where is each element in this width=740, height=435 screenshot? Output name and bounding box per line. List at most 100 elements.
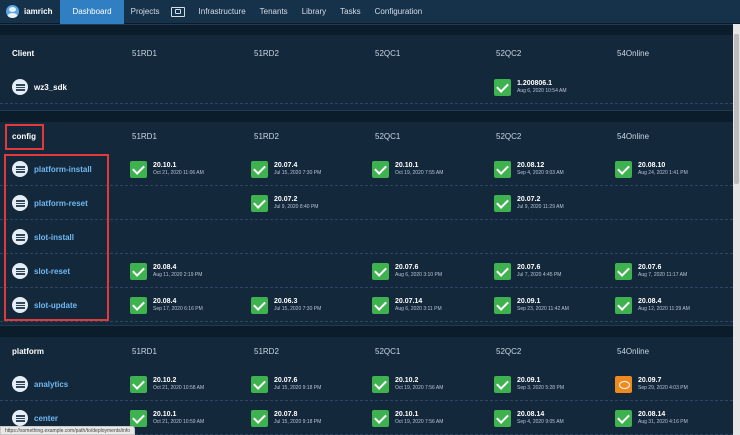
deploy-cell[interactable]: 20.10.1 Oct 19, 2020 7:56 AM xyxy=(372,408,443,428)
deploy-cell[interactable]: 20.10.1 Oct 21, 2020 10:59 AM xyxy=(130,408,204,428)
table-row: platform-install 20.10.1 Oct 21, 2020 11:… xyxy=(0,152,733,186)
check-icon xyxy=(372,296,389,314)
deploy-cell[interactable]: 20.08.4 Aug 11, 2020 2:19 PM xyxy=(130,261,202,281)
version-label: 20.10.2 xyxy=(153,377,177,384)
column-header: 51RD2 xyxy=(254,49,279,58)
check-icon xyxy=(251,409,268,427)
version-label: 20.07.6 xyxy=(638,264,662,271)
deploy-cell[interactable]: 20.07.8 Jul 15, 2020 9:18 PM xyxy=(251,408,321,428)
version-label: 20.07.6 xyxy=(517,264,541,271)
deploy-cell[interactable]: 20.10.2 Oct 19, 2020 7:56 AM xyxy=(372,374,443,394)
deploy-cell[interactable]: 20.10.1 Oct 21, 2020 11:06 AM xyxy=(130,159,204,179)
highlight-box-config-title xyxy=(5,124,44,150)
nav-library[interactable]: Library xyxy=(295,0,333,24)
check-icon xyxy=(494,78,511,96)
deploy-cell[interactable]: 20.08.14 Sep 4, 2020 9:05 AM xyxy=(494,408,564,428)
column-header: 52QC2 xyxy=(496,49,522,58)
check-icon xyxy=(494,375,511,393)
nav-configuration[interactable]: Configuration xyxy=(368,0,430,24)
column-header: 52QC2 xyxy=(496,132,522,141)
scrollbar[interactable] xyxy=(733,24,740,435)
deploy-date: Aug 6, 2020 3:10 PM xyxy=(395,272,442,278)
version-label: 20.07.4 xyxy=(274,162,298,169)
deploy-cell[interactable]: 20.07.6 Aug 7, 2020 11:17 AM xyxy=(615,261,687,281)
version-label: 20.07.6 xyxy=(395,264,419,271)
deploy-date: Jul 15, 2020 7:30 PM xyxy=(274,170,322,176)
check-icon xyxy=(615,262,632,280)
package-icon xyxy=(12,410,28,426)
column-header: 52QC1 xyxy=(375,347,401,356)
deploy-cell[interactable]: 20.09.1 Sep 23, 2020 11:42 AM xyxy=(494,295,569,315)
deploy-cell[interactable]: 20.07.2 Jul 9, 2020 8:40 PM xyxy=(251,193,318,213)
deploy-cell[interactable]: 20.08.4 Sep 17, 2020 6:16 PM xyxy=(130,295,203,315)
user-name: iamrich xyxy=(24,7,53,16)
qr-icon[interactable] xyxy=(170,6,185,17)
version-label: 20.10.1 xyxy=(153,411,177,418)
deploy-cell[interactable]: 20.10.2 Oct 21, 2020 10:58 AM xyxy=(130,374,204,394)
deploy-cell[interactable]: 1.200806.1 Aug 6, 2020 10:54 AM xyxy=(494,77,566,97)
deploy-date: Oct 19, 2020 7:56 AM xyxy=(395,419,444,425)
package-name: analytics xyxy=(34,379,69,389)
scrollbar-thumb[interactable] xyxy=(734,34,739,184)
version-label: 20.08.10 xyxy=(638,162,666,169)
deploy-cell[interactable]: 20.09.1 Sep 3, 2020 5:28 PM xyxy=(494,374,564,394)
column-header: 54Online xyxy=(617,347,650,356)
package-icon xyxy=(12,79,28,95)
deploy-cell[interactable]: 20.08.4 Aug 12, 2020 11:29 AM xyxy=(615,295,690,315)
deploy-date: Sep 4, 2020 9:03 AM xyxy=(517,170,564,176)
package-name: wz3_sdk xyxy=(34,82,67,92)
deploy-cell[interactable]: 20.07.6 Jul 7, 2020 4:45 PM xyxy=(494,261,561,281)
deploy-date: Sep 23, 2020 11:42 AM xyxy=(517,306,569,312)
version-label: 20.08.14 xyxy=(638,411,666,418)
nav-tenants[interactable]: Tenants xyxy=(253,0,295,24)
deploy-cell[interactable]: 20.09.7 Sep 29, 2020 4:03 PM xyxy=(615,374,688,394)
deploy-cell[interactable]: 20.06.3 Jul 15, 2020 7:30 PM xyxy=(251,295,321,315)
column-header: 51RD2 xyxy=(254,347,279,356)
user-avatar-icon xyxy=(6,5,19,18)
deploy-cell[interactable]: 20.10.1 Oct 19, 2020 7:55 AM xyxy=(372,159,443,179)
deploy-cell[interactable]: 20.08.14 Aug 31, 2020 4:16 PM xyxy=(615,408,688,428)
deploy-date: Oct 21, 2020 10:59 AM xyxy=(153,419,205,425)
version-label: 20.10.2 xyxy=(395,377,419,384)
column-header: 52QC1 xyxy=(375,132,401,141)
top-nav: iamrich Dashboard Projects Infrastructur… xyxy=(0,0,740,24)
package-link[interactable]: analytics xyxy=(12,367,68,401)
version-label: 20.07.2 xyxy=(517,196,541,203)
deploy-date: Sep 17, 2020 6:16 PM xyxy=(153,306,203,312)
version-label: 20.08.12 xyxy=(517,162,545,169)
deploy-date: Oct 19, 2020 7:55 AM xyxy=(395,170,444,176)
check-icon xyxy=(615,296,632,314)
deploy-date: Sep 4, 2020 9:05 AM xyxy=(517,419,564,425)
deploy-cell[interactable]: 20.08.12 Sep 4, 2020 9:03 AM xyxy=(494,159,564,179)
check-icon xyxy=(372,160,389,178)
package-link[interactable]: wz3_sdk xyxy=(12,70,67,104)
deploy-date: Aug 11, 2020 2:19 PM xyxy=(153,272,203,278)
nav-tasks[interactable]: Tasks xyxy=(333,0,367,24)
deploy-cell[interactable]: 20.07.6 Jul 15, 2020 9:18 PM xyxy=(251,374,321,394)
deploy-date: Oct 21, 2020 11:06 AM xyxy=(153,170,204,176)
version-label: 20.10.1 xyxy=(395,162,419,169)
check-icon xyxy=(615,160,632,178)
check-icon xyxy=(494,409,511,427)
check-icon xyxy=(494,194,511,212)
table-row: slot-install xyxy=(0,220,733,254)
status-bar-url: https://something.example.com/path/to/de… xyxy=(0,426,136,435)
user-menu[interactable]: iamrich xyxy=(0,0,60,24)
deploy-date: Jul 15, 2020 7:30 PM xyxy=(274,306,322,312)
deploy-cell[interactable]: 20.07.2 Jul 9, 2020 11:29 AM xyxy=(494,193,564,213)
nav-dashboard[interactable]: Dashboard xyxy=(60,0,124,24)
deploy-cell[interactable]: 20.08.10 Aug 24, 2020 1:41 PM xyxy=(615,159,688,179)
deploy-date: Jul 9, 2020 8:40 PM xyxy=(274,204,319,210)
check-icon xyxy=(251,194,268,212)
table-row: wz3_sdk 1.200806.1 Aug 6, 2020 10:54 AM xyxy=(0,70,733,104)
deploy-cell[interactable]: 20.07.14 Aug 6, 2020 3:11 PM xyxy=(372,295,442,315)
nav-infrastructure[interactable]: Infrastructure xyxy=(192,0,253,24)
nav-projects[interactable]: Projects xyxy=(124,0,167,24)
deploy-cell[interactable]: 20.07.6 Aug 6, 2020 3:10 PM xyxy=(372,261,442,281)
version-label: 20.07.8 xyxy=(274,411,298,418)
version-label: 1.200806.1 xyxy=(517,80,553,87)
deploy-date: Jul 9, 2020 11:29 AM xyxy=(517,204,564,210)
deploy-cell[interactable]: 20.07.4 Jul 15, 2020 7:30 PM xyxy=(251,159,321,179)
check-icon xyxy=(251,160,268,178)
check-icon xyxy=(372,262,389,280)
